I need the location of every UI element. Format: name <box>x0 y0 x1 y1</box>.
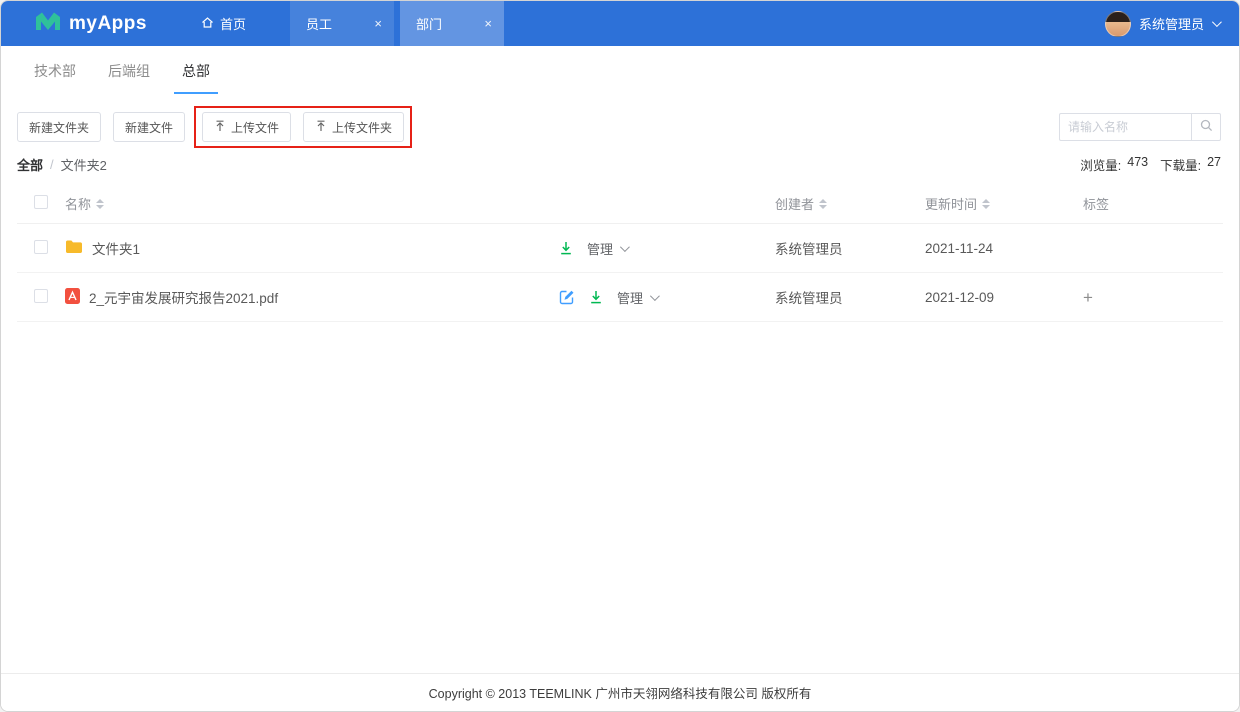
window-tab-employees[interactable]: 员工 × <box>290 1 394 46</box>
app-window: myApps 首页 员工 × 部门 × 系统管理员 <box>0 0 1240 712</box>
nav-home[interactable]: 首页 <box>191 1 256 46</box>
footer: Copyright © 2013 TEEMLINK 广州市天翎网络科技有限公司 … <box>1 673 1239 711</box>
search-button[interactable] <box>1191 113 1221 141</box>
upload-icon <box>315 120 327 135</box>
user-menu[interactable]: 系统管理员 <box>1105 1 1239 46</box>
manage-label: 管理 <box>617 288 643 307</box>
file-table: 名称 创建者 更新时间 标签 <box>17 184 1223 322</box>
header-creator[interactable]: 创建者 <box>775 194 827 213</box>
copyright-text: Copyright © 2013 TEEMLINK 广州市天翎网络科技有限公司 … <box>429 683 812 702</box>
upload-icon <box>214 120 226 135</box>
upload-file-button[interactable]: 上传文件 <box>202 112 291 142</box>
downloads-value: 27 <box>1207 155 1221 174</box>
table-row: 2_元宇宙发展研究报告2021.pdf 管理 <box>17 273 1223 322</box>
close-icon[interactable]: × <box>374 16 382 31</box>
window-tab-departments[interactable]: 部门 × <box>400 1 504 46</box>
header-name[interactable]: 名称 <box>65 194 104 213</box>
breadcrumb-current: 文件夹2 <box>61 155 107 174</box>
tab-backend-group[interactable]: 后端组 <box>100 46 158 94</box>
tab-tech-dept[interactable]: 技术部 <box>26 46 84 94</box>
upload-folder-button[interactable]: 上传文件夹 <box>303 112 404 142</box>
views-label: 浏览量: <box>1080 155 1121 174</box>
nav-home-label: 首页 <box>220 14 246 33</box>
user-name: 系统管理员 <box>1139 14 1204 33</box>
search-input[interactable] <box>1059 113 1191 141</box>
breadcrumb-root[interactable]: 全部 <box>17 155 43 174</box>
file-name[interactable]: 文件夹1 <box>92 238 140 258</box>
sort-icon <box>982 199 990 209</box>
logo-text: myApps <box>69 13 147 35</box>
upload-folder-label: 上传文件夹 <box>332 119 392 136</box>
red-annotation-box: 上传文件 上传文件夹 <box>194 106 412 148</box>
table-row: 文件夹1 管理 系统管理员 2021-11-24 <box>17 224 1223 273</box>
download-icon[interactable] <box>559 241 573 255</box>
row-creator: 系统管理员 <box>775 287 925 307</box>
folder-icon <box>65 239 83 257</box>
select-all-checkbox[interactable] <box>34 195 48 209</box>
row-updated: 2021-11-24 <box>925 241 1073 256</box>
home-icon <box>201 16 214 32</box>
pdf-file-icon <box>65 288 80 307</box>
logo-m-icon <box>35 11 61 36</box>
breadcrumb: 全部 / 文件夹2 <box>17 155 107 174</box>
file-name[interactable]: 2_元宇宙发展研究报告2021.pdf <box>89 287 278 307</box>
manage-dropdown[interactable]: 管理 <box>617 288 657 307</box>
table-header-row: 名称 创建者 更新时间 标签 <box>17 184 1223 224</box>
row-checkbox[interactable] <box>34 240 48 254</box>
upload-file-label: 上传文件 <box>231 119 279 136</box>
downloads-label: 下载量: <box>1160 155 1201 174</box>
close-icon[interactable]: × <box>484 16 492 31</box>
download-icon[interactable] <box>589 290 603 304</box>
window-tab-label: 员工 <box>306 14 332 33</box>
chevron-down-icon <box>620 242 630 252</box>
header-tag: 标签 <box>1083 197 1109 212</box>
breadcrumb-separator: / <box>50 157 54 172</box>
add-tag-button[interactable]: + <box>1083 288 1093 307</box>
avatar <box>1105 11 1131 37</box>
manage-dropdown[interactable]: 管理 <box>587 239 627 258</box>
top-navbar: myApps 首页 员工 × 部门 × 系统管理员 <box>1 1 1239 46</box>
window-tab-label: 部门 <box>416 14 442 33</box>
breadcrumb-row: 全部 / 文件夹2 浏览量: 473 下载量: 27 <box>17 155 1221 174</box>
chevron-down-icon <box>1212 17 1222 27</box>
new-folder-button[interactable]: 新建文件夹 <box>17 112 101 142</box>
new-file-button[interactable]: 新建文件 <box>113 112 185 142</box>
app-logo: myApps <box>1 1 147 46</box>
sort-icon <box>819 199 827 209</box>
sort-icon <box>96 199 104 209</box>
views-value: 473 <box>1127 155 1148 174</box>
row-checkbox[interactable] <box>34 289 48 303</box>
edit-icon[interactable] <box>559 289 575 305</box>
search-box <box>1059 113 1221 141</box>
header-updated[interactable]: 更新时间 <box>925 194 990 213</box>
row-creator: 系统管理员 <box>775 238 925 258</box>
window-tabs: 员工 × 部门 × <box>284 1 504 46</box>
chevron-down-icon <box>650 291 660 301</box>
row-updated: 2021-12-09 <box>925 290 1073 305</box>
department-tabs: 技术部 后端组 总部 <box>1 46 1239 94</box>
search-icon <box>1200 119 1213 135</box>
tab-headquarters[interactable]: 总部 <box>174 46 218 94</box>
manage-label: 管理 <box>587 239 613 258</box>
stats: 浏览量: 473 下载量: 27 <box>1080 155 1221 174</box>
toolbar: 新建文件夹 新建文件 上传文件 <box>17 106 1221 148</box>
